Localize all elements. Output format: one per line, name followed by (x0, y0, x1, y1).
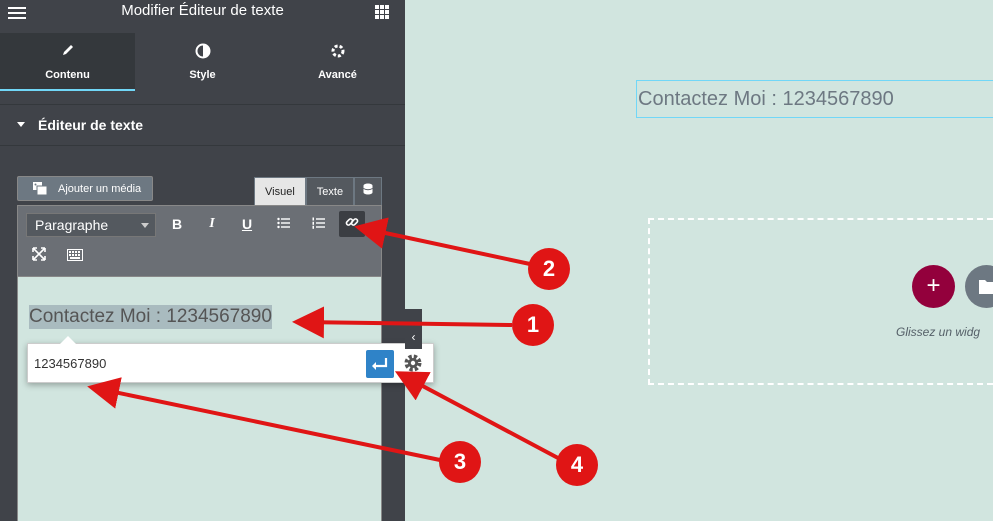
preview-text-widget[interactable]: Contactez Moi : 1234567890 (636, 80, 993, 118)
drop-hint-text: Glissez un widg (896, 325, 981, 339)
section-toggle[interactable]: Éditeur de texte (0, 104, 405, 146)
add-media-button[interactable]: Ajouter un média (17, 176, 153, 201)
bullet-list-icon[interactable] (270, 211, 296, 237)
pencil-icon (0, 43, 135, 62)
link-options-gear-icon[interactable] (402, 352, 424, 374)
format-select[interactable]: Paragraphe (26, 213, 156, 237)
tab-text[interactable]: Texte (305, 177, 355, 205)
section-title: Éditeur de texte (38, 117, 144, 133)
tab-label: Style (189, 69, 216, 81)
link-url-input[interactable] (34, 350, 364, 376)
panel-header: Modifier Éditeur de texte (0, 0, 405, 33)
italic-button[interactable]: I (199, 211, 225, 237)
panel-tabs: Contenu Style Avancé (0, 33, 405, 91)
selected-content-text[interactable]: Contactez Moi : 1234567890 (29, 305, 272, 329)
editor-panel: Modifier Éditeur de texte Contenu Style … (0, 0, 405, 521)
add-template-button[interactable] (965, 265, 993, 308)
tab-visual[interactable]: Visuel (254, 177, 306, 205)
gear-icon (270, 43, 405, 64)
link-popup (27, 336, 434, 383)
editor-content-area[interactable]: Contactez Moi : 1234567890 (17, 277, 382, 521)
collapse-panel-button[interactable]: ‹ (405, 309, 422, 349)
tab-label: Avancé (318, 69, 357, 81)
link-icon[interactable] (339, 211, 365, 237)
add-section-button[interactable]: + (912, 265, 955, 308)
annotation-badge-3: 3 (439, 441, 481, 483)
keyboard-icon[interactable] (62, 244, 88, 270)
tab-contenu[interactable]: Contenu (0, 33, 135, 91)
tab-avance[interactable]: Avancé (270, 33, 405, 91)
apply-link-button[interactable] (366, 350, 394, 378)
enter-icon (372, 358, 388, 370)
editor-toolbar: Paragraphe B I U (17, 205, 382, 277)
bold-button[interactable]: B (164, 211, 190, 237)
numbered-list-icon[interactable] (305, 211, 331, 237)
annotation-badge-2: 2 (528, 248, 570, 290)
database-icon[interactable] (354, 177, 383, 205)
add-media-label: Ajouter un média (58, 183, 142, 195)
annotation-badge-1: 1 (512, 304, 554, 346)
caret-down-icon (17, 122, 25, 127)
media-icon (32, 181, 48, 196)
tab-label: Contenu (45, 69, 90, 81)
chevron-down-icon (141, 223, 149, 228)
widgets-grid-icon[interactable] (375, 5, 389, 19)
underline-button[interactable]: U (234, 211, 260, 237)
format-value: Paragraphe (35, 217, 109, 233)
half-circle-icon (135, 43, 270, 64)
annotation-badge-4: 4 (556, 444, 598, 486)
chevron-left-icon: ‹ (411, 330, 416, 344)
panel-title: Modifier Éditeur de texte (121, 2, 284, 19)
arrow-4 (394, 371, 559, 460)
tab-style[interactable]: Style (135, 33, 270, 91)
editor-mode-tabs: Visuel Texte (254, 177, 383, 205)
folder-icon (979, 280, 993, 294)
fullscreen-icon[interactable] (26, 244, 52, 270)
